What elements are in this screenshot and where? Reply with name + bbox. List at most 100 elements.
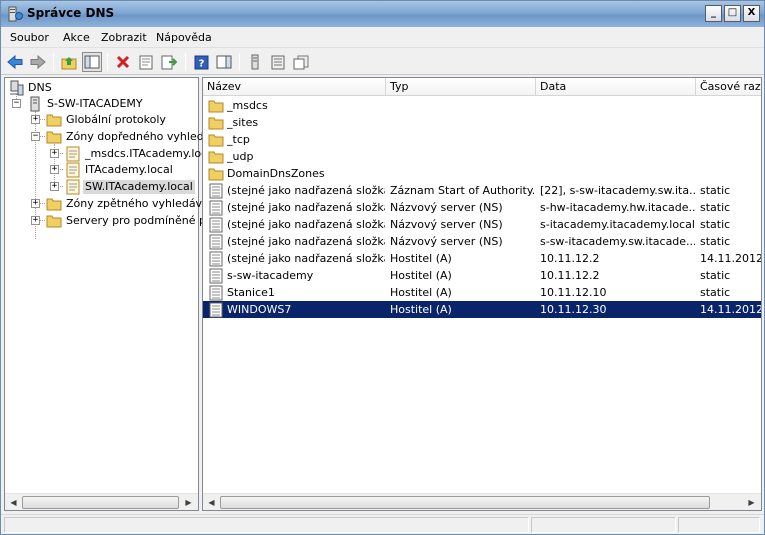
list-hscrollbar[interactable]: ◀ ▶ [203, 493, 761, 510]
menu-zobrazit[interactable]: Zobrazit [101, 31, 147, 44]
delete-icon[interactable] [113, 52, 133, 72]
status-bar [1, 514, 764, 534]
table-row[interactable]: _tcp [203, 131, 761, 148]
cell-name: (stejné jako nadřazená složka) [227, 252, 385, 265]
cell-data [540, 165, 695, 182]
export-list-icon[interactable] [159, 52, 179, 72]
table-row[interactable]: (stejné jako nadřazená složka) Názvový se… [203, 199, 761, 216]
tree-pane[interactable]: DNS − S-SW-ITACADEMY + Globální protokol… [4, 77, 217, 511]
cell-timestamp [700, 114, 761, 131]
toolbar: ? [1, 49, 764, 75]
tree-item-msdcs-zone[interactable]: _msdcs.ITAcademy.loca [83, 147, 216, 161]
record-list-icon[interactable] [268, 52, 288, 72]
cell-name: s-sw-itacademy [227, 269, 314, 282]
server-icon [30, 96, 40, 112]
tree-item-global-logs[interactable]: Globální protokoly [64, 113, 168, 127]
scroll-left-icon[interactable]: ◀ [6, 496, 21, 509]
cell-data [540, 131, 695, 148]
record-icon [208, 183, 224, 199]
show-tree-icon[interactable] [82, 52, 102, 72]
cell-name: _udp [227, 150, 254, 163]
itacademy-zone-expand-icon[interactable]: + [50, 165, 59, 174]
tree-item-forward-zones[interactable]: Zóny dopředného vyhledáv [64, 130, 219, 144]
cell-name: (stejné jako nadřazená složka) [227, 218, 385, 231]
forward-icon[interactable] [28, 52, 48, 72]
table-row[interactable]: _msdcs [203, 97, 761, 114]
cell-type: Názvový server (NS) [390, 218, 503, 231]
cell-data: s-sw-itacademy.sw.itacade... [540, 235, 695, 248]
cell-timestamp: 14.11.2012 [700, 252, 762, 265]
cell-type: Hostitel (A) [390, 252, 452, 265]
table-row[interactable]: Stanice1 Hostitel (A) 10.11.12.10 static [203, 284, 761, 301]
server-collapse-icon[interactable]: − [12, 99, 21, 108]
cell-type: Názvový server (NS) [390, 235, 503, 248]
minimize-button[interactable]: _ [705, 5, 722, 22]
table-row[interactable]: (stejné jako nadřazená složka) Záznam Sta… [203, 182, 761, 199]
tree-item-conditional-forwarders[interactable]: Servery pro podmíněné pře [64, 214, 219, 228]
scroll-right-icon[interactable]: ▶ [181, 496, 196, 509]
table-row[interactable]: _udp [203, 148, 761, 165]
table-row[interactable]: (stejné jako nadřazená složka) Názvový se… [203, 233, 761, 250]
menu-soubor[interactable]: Soubor [10, 31, 49, 44]
properties-icon[interactable] [136, 52, 156, 72]
msdcs-zone-expand-icon[interactable]: + [50, 149, 59, 158]
cell-timestamp: static [700, 286, 731, 299]
help-icon[interactable]: ? [191, 52, 211, 72]
tree-item-reverse-zones[interactable]: Zóny zpětného vyhledáván [64, 197, 218, 211]
table-row[interactable]: _sites [203, 114, 761, 131]
cell-timestamp: static [700, 218, 731, 231]
back-icon[interactable] [5, 52, 25, 72]
sw-zone-expand-icon[interactable]: + [50, 182, 59, 191]
cell-timestamp [700, 97, 761, 114]
global-logs-expand-icon[interactable]: + [31, 115, 40, 124]
folder-icon [208, 132, 224, 148]
status-cell-3 [678, 517, 760, 533]
close-button[interactable]: X [743, 5, 760, 22]
table-row[interactable]: WINDOWS7 Hostitel (A) 10.11.12.30 14.11.201… [203, 301, 761, 318]
table-row[interactable]: DomainDnsZones [203, 165, 761, 182]
tree-item-dns[interactable]: DNS [26, 81, 54, 95]
cell-timestamp: static [700, 269, 731, 282]
menu-akce[interactable]: Akce [63, 31, 90, 44]
title-bar[interactable]: Správce DNS _ □ X [1, 1, 764, 27]
tree-item-sw-zone[interactable]: SW.ITAcademy.local [83, 180, 195, 194]
up-folder-icon[interactable] [59, 52, 79, 72]
cell-timestamp [700, 131, 761, 148]
conditional-forwarders-expand-icon[interactable]: + [31, 216, 40, 225]
col-header-timestamp[interactable]: Časové razít [696, 78, 761, 96]
col-header-data[interactable]: Data [536, 78, 696, 96]
col-header-name[interactable]: Název [203, 78, 386, 96]
table-row[interactable]: (stejné jako nadřazená složka) Hostitel (… [203, 250, 762, 267]
cell-data: s-hw-itacademy.hw.itacade... [540, 201, 695, 214]
record-icon [208, 285, 224, 301]
copy-records-icon[interactable] [291, 52, 311, 72]
cell-data [540, 148, 695, 165]
scroll-thumb[interactable] [220, 496, 710, 509]
zone-icon [66, 179, 80, 195]
forward-zones-collapse-icon[interactable]: − [31, 132, 40, 141]
record-icon [208, 251, 224, 267]
maximize-button[interactable]: □ [724, 5, 741, 22]
cell-type [390, 165, 535, 182]
cell-name: (stejné jako nadřazená složka) [227, 201, 385, 214]
window-title: Správce DNS [27, 6, 115, 20]
scroll-left-icon[interactable]: ◀ [204, 496, 219, 509]
table-row[interactable]: (stejné jako nadřazená složka) Názvový se… [203, 216, 761, 233]
col-header-type[interactable]: Typ [386, 78, 536, 96]
scroll-thumb[interactable] [22, 496, 179, 509]
server-icon[interactable] [245, 52, 265, 72]
tree-item-server[interactable]: S-SW-ITACADEMY [45, 97, 145, 111]
cell-timestamp: static [700, 201, 731, 214]
menu-bar: Soubor Akce Zobrazit Nápověda [1, 27, 764, 48]
show-action-pane-icon[interactable] [214, 52, 234, 72]
dns-root-icon [10, 80, 24, 96]
reverse-zones-expand-icon[interactable]: + [31, 199, 40, 208]
menu-napoveda[interactable]: Nápověda [156, 31, 212, 44]
table-row[interactable]: s-sw-itacademy Hostitel (A) 10.11.12.2 stat… [203, 267, 761, 284]
scroll-right-icon[interactable]: ▶ [744, 496, 759, 509]
tree-item-itacademy-zone[interactable]: ITAcademy.local [83, 163, 175, 177]
tree-hscrollbar[interactable]: ◀ ▶ [5, 493, 198, 510]
cell-name: Stanice1 [227, 286, 275, 299]
records-list[interactable]: Název Typ Data Časové razít _msdcs _sites… [202, 77, 762, 511]
zone-icon [66, 146, 80, 162]
